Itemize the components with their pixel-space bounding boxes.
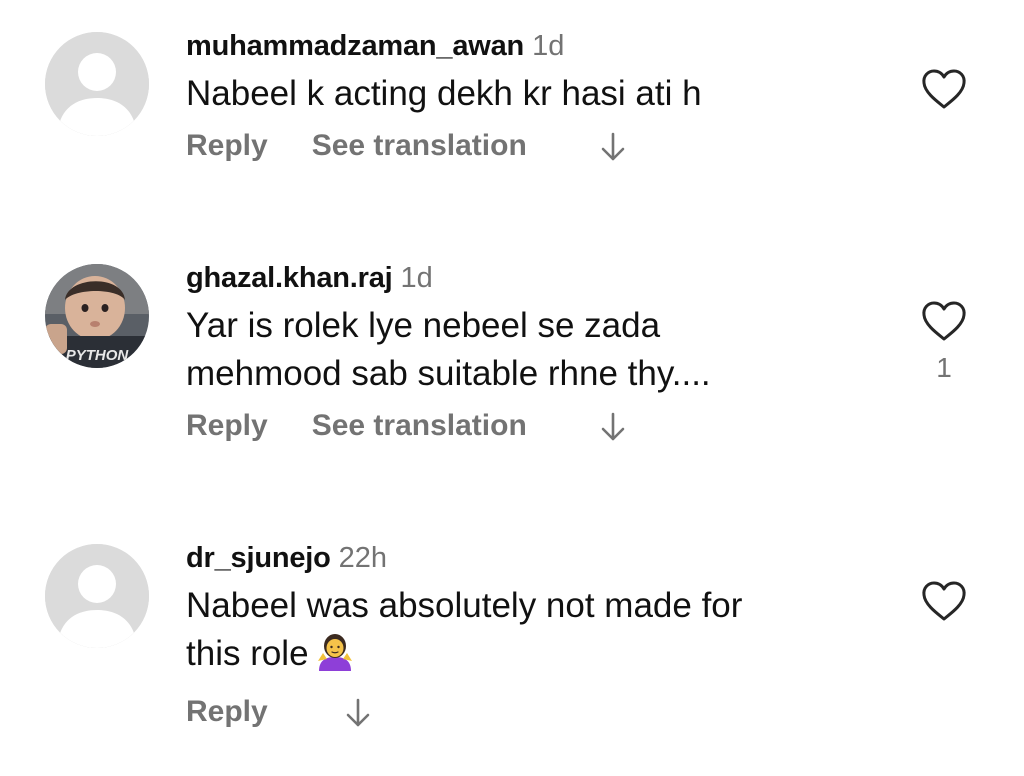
reply-button[interactable]: Reply xyxy=(186,690,268,734)
like-button[interactable] xyxy=(920,68,968,120)
heart-outline-icon xyxy=(922,69,966,109)
comment-content: muhammadzaman_awan 1d Nabeel k acting dek… xyxy=(186,24,886,168)
avatar[interactable] xyxy=(45,544,149,648)
see-translation-button[interactable]: See translation xyxy=(312,404,527,448)
like-button[interactable] xyxy=(920,580,968,632)
comment-username[interactable]: ghazal.khan.raj xyxy=(186,262,393,294)
comment-actions: Reply See translation xyxy=(186,404,886,448)
reply-button[interactable]: Reply xyxy=(186,124,268,168)
avatar-shirt-text: PYTHON xyxy=(66,347,130,364)
like-button[interactable]: 1 xyxy=(920,300,968,384)
comment-content: dr_sjunejo 22h Nabeel was absolutely not … xyxy=(186,536,886,734)
comment-actions: Reply xyxy=(186,690,886,734)
comment-text-line-with-emoji: this role xyxy=(186,630,886,684)
comment-content: ghazal.khan.raj 1d Yar is rolek lye nebee… xyxy=(186,256,886,448)
comment-text-line: Nabeel k acting dekh kr hasi ati h xyxy=(186,74,702,113)
arrow-down-icon[interactable] xyxy=(344,697,372,729)
arrow-down-icon[interactable] xyxy=(599,411,627,443)
comment-text: Nabeel k acting dekh kr hasi ati h xyxy=(186,70,886,118)
comment-text: Yar is rolek lye nebeel se zada mehmood … xyxy=(186,302,886,398)
arrow-down-icon[interactable] xyxy=(599,131,627,163)
comment-username[interactable]: dr_sjunejo xyxy=(186,542,331,574)
person-shrugging-emoji-icon xyxy=(315,631,355,684)
avatar[interactable]: PYTHON xyxy=(45,264,149,368)
default-avatar-icon xyxy=(45,544,149,648)
comment-actions: Reply See translation xyxy=(186,124,886,168)
reply-button[interactable]: Reply xyxy=(186,404,268,448)
default-avatar-icon xyxy=(45,32,149,136)
comment-meta: muhammadzaman_awan 1d xyxy=(186,24,886,68)
comment-text-line: mehmood sab suitable rhne thy.... xyxy=(186,354,711,393)
comment-meta: dr_sjunejo 22h xyxy=(186,536,886,580)
comment-time: 1d xyxy=(532,30,565,62)
heart-outline-icon xyxy=(922,581,966,621)
see-translation-button[interactable]: See translation xyxy=(312,124,527,168)
comment-text-line: Nabeel was absolutely not made for xyxy=(186,586,743,625)
comment-username[interactable]: muhammadzaman_awan xyxy=(186,30,524,62)
avatar[interactable] xyxy=(45,32,149,136)
comment-text-line: Yar is rolek lye nebeel se zada xyxy=(186,306,661,345)
comment-time: 1d xyxy=(400,262,433,294)
heart-outline-icon xyxy=(922,301,966,341)
comment-meta: ghazal.khan.raj 1d xyxy=(186,256,886,300)
comment-text: Nabeel was absolutely not made for this … xyxy=(186,582,886,684)
like-count: 1 xyxy=(936,352,952,383)
child-photo-avatar-icon: PYTHON xyxy=(45,264,149,368)
comment-time: 22h xyxy=(338,542,388,574)
comment-text-line: this role xyxy=(186,634,309,673)
